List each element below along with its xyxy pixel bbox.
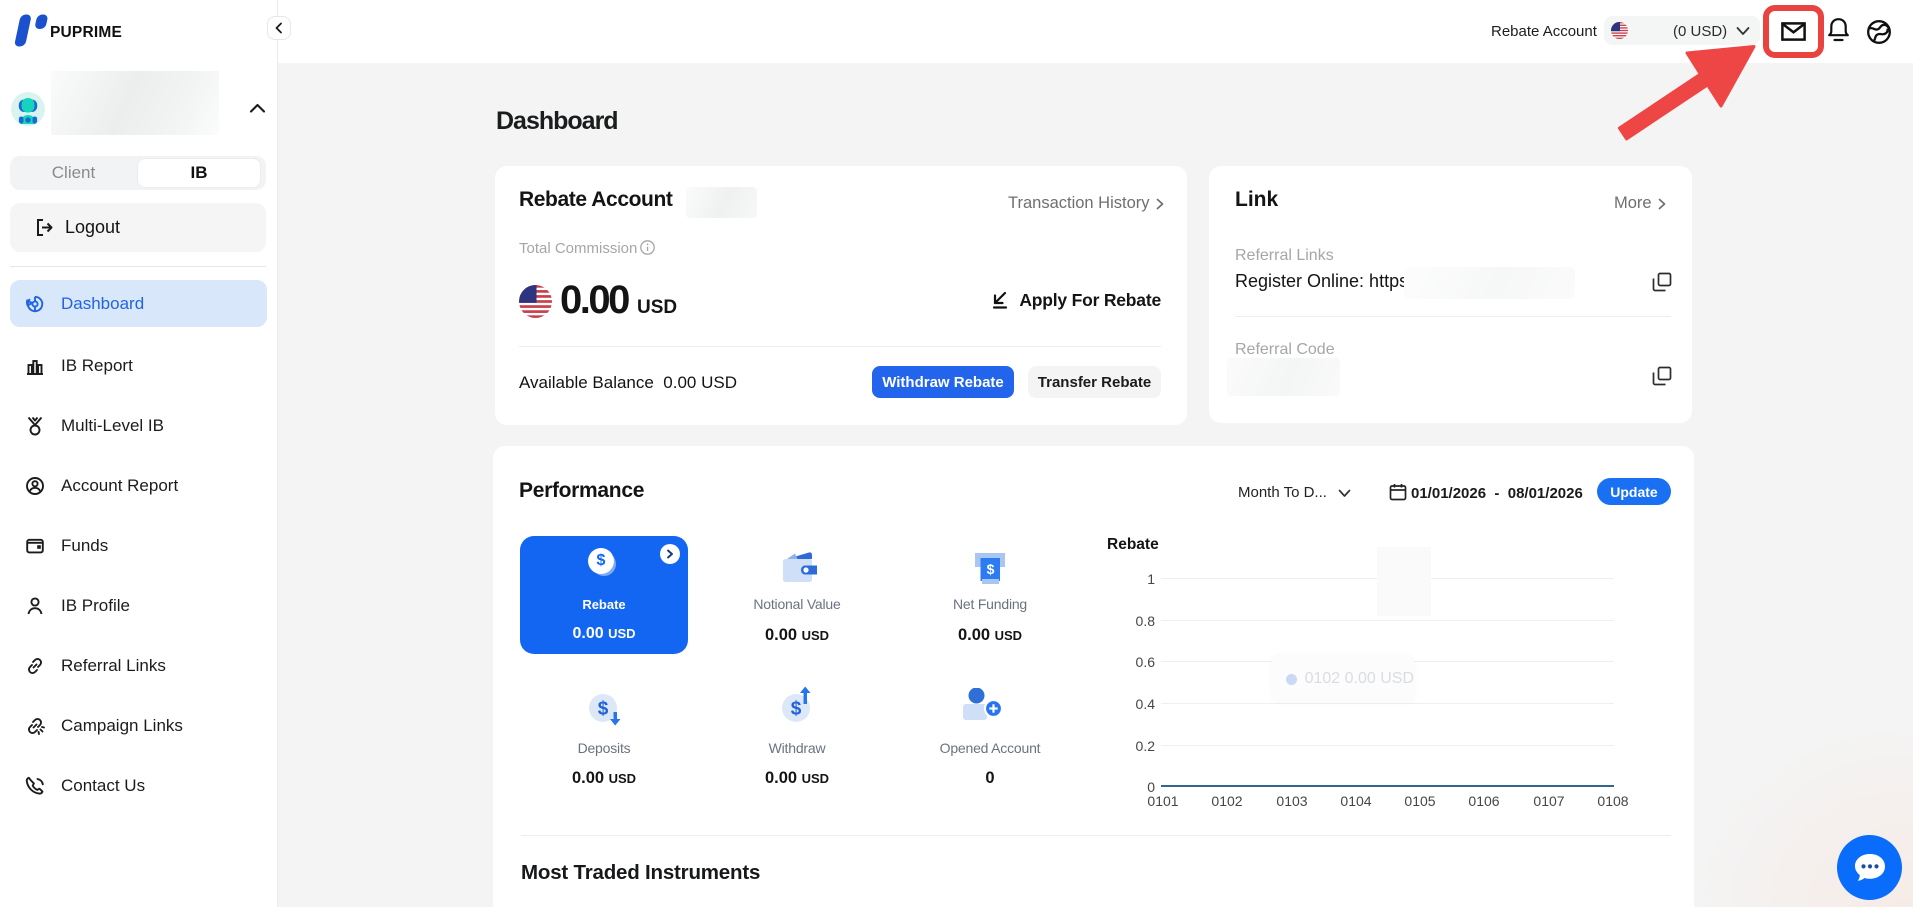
- svg-text:$: $: [987, 561, 995, 577]
- svg-text:$: $: [791, 699, 802, 720]
- svg-text:$: $: [598, 699, 609, 720]
